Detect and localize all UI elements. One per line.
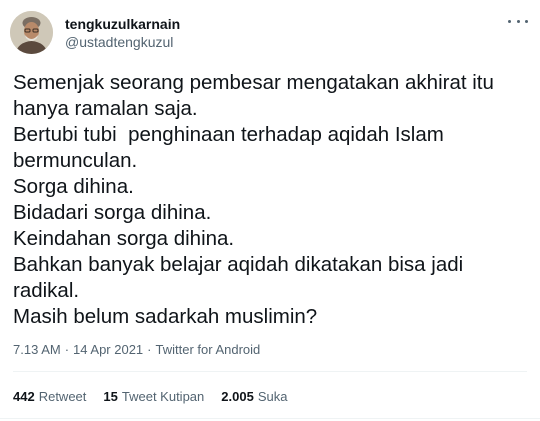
retweet-count: 442	[13, 389, 35, 404]
like-stat[interactable]: 2.005 Suka	[221, 388, 287, 406]
tweet-date[interactable]: 14 Apr 2021	[73, 342, 143, 357]
user-names: tengkuzulkarnain @ustadtengkuzul	[65, 15, 180, 51]
bottom-divider	[0, 418, 540, 419]
tweet-text: Semenjak seorang pembesar mengatakan akh…	[13, 71, 494, 328]
quote-count: 15	[103, 389, 118, 404]
like-label: Suka	[257, 389, 288, 404]
tweet-source[interactable]: Twitter for Android	[156, 342, 261, 357]
tweet-stats: 442 Retweet 15 Tweet Kutipan 2.005 Suka	[13, 388, 304, 406]
more-horizontal-icon[interactable]	[508, 14, 528, 28]
quote-label: Tweet Kutipan	[121, 389, 205, 404]
user-handle[interactable]: @ustadtengkuzul	[65, 33, 180, 51]
divider	[13, 371, 527, 372]
retweet-stat[interactable]: 442 Retweet	[13, 388, 86, 406]
meta-separator: ·	[64, 342, 70, 357]
tweet-header: tengkuzulkarnain @ustadtengkuzul	[10, 11, 180, 54]
more-dot	[516, 19, 520, 23]
tweet-time[interactable]: 7.13 AM	[13, 342, 61, 357]
retweet-label: Retweet	[38, 389, 87, 404]
like-count: 2.005	[221, 389, 254, 404]
meta-separator: ·	[147, 342, 152, 357]
more-dot	[508, 19, 511, 23]
display-name[interactable]: tengkuzulkarnain	[65, 15, 180, 33]
more-dot	[525, 19, 528, 23]
avatar[interactable]	[10, 11, 53, 54]
tweet-meta: 7.13 AM · 14 Apr 2021 · Twitter for Android	[13, 341, 260, 359]
quote-stat[interactable]: 15 Tweet Kutipan	[103, 388, 204, 406]
tweet-card: tengkuzulkarnain @ustadtengkuzul Semenja…	[0, 0, 540, 421]
